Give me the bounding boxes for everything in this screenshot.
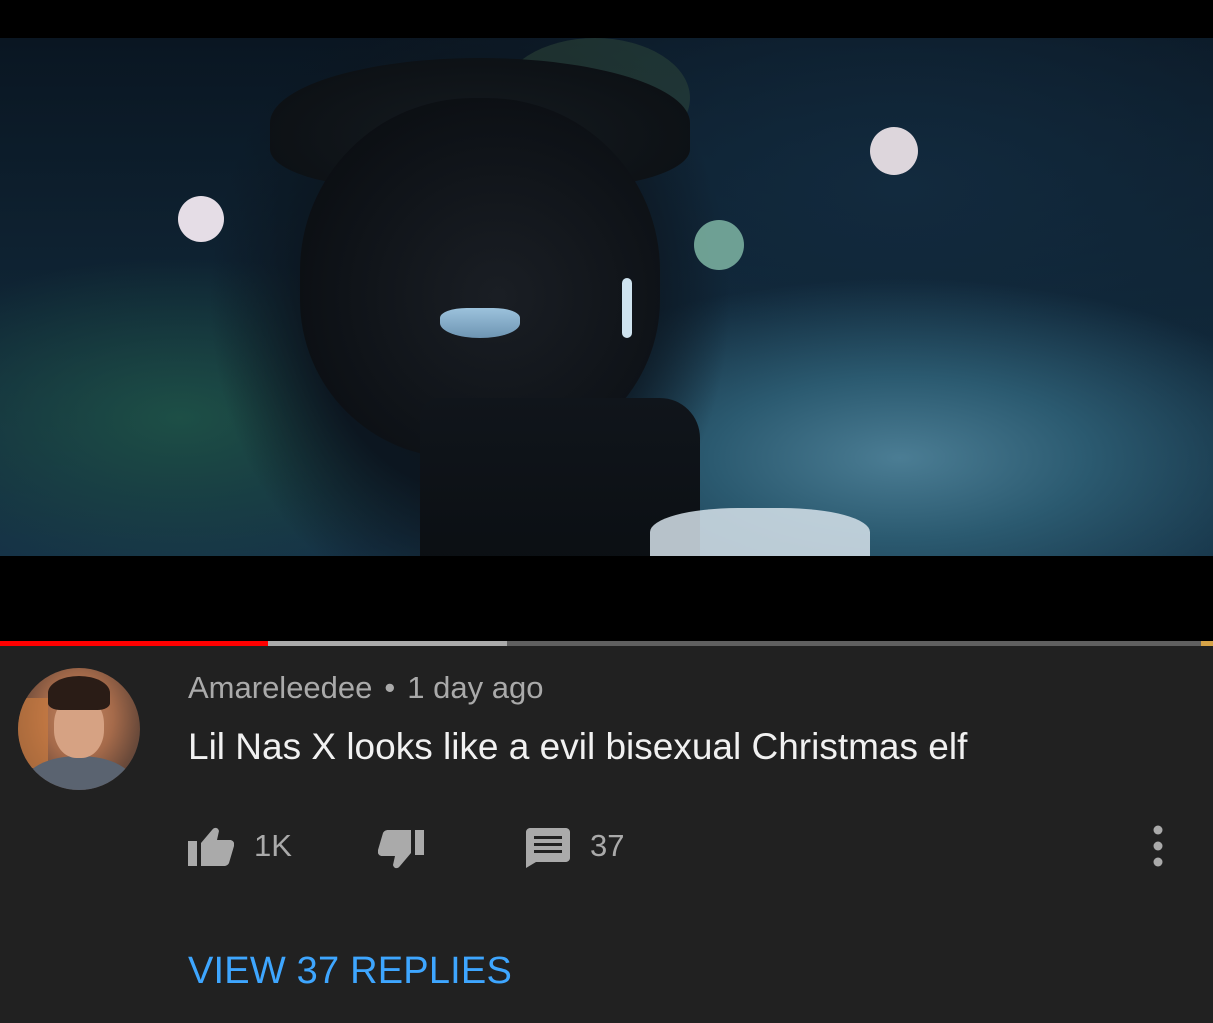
figure-grill	[440, 308, 520, 338]
comment-item: Amareleedee • 1 day ago Lil Nas X looks li…	[0, 646, 1213, 1023]
comment-text: Lil Nas X looks like a evil bisexual Chr…	[188, 726, 968, 767]
avatar-background	[18, 698, 48, 768]
comment-author[interactable]: Amareleedee	[188, 670, 372, 705]
comment-actions: 1K 37	[188, 824, 1188, 870]
bokeh-light	[694, 220, 744, 270]
comment-meta: Amareleedee • 1 day ago	[188, 670, 543, 706]
bokeh-light	[870, 127, 918, 175]
comment-age: 1 day ago	[407, 670, 544, 705]
figure-earring	[622, 278, 632, 338]
avatar[interactable]	[18, 668, 140, 790]
video-frame-image	[0, 38, 1213, 556]
thumbs-down-icon[interactable]	[378, 830, 424, 870]
thumbs-up-icon[interactable]	[188, 826, 234, 866]
video-player[interactable]	[0, 0, 1213, 642]
like-count: 1K	[254, 828, 292, 863]
more-vertical-icon[interactable]	[1148, 824, 1168, 868]
view-replies-button[interactable]: VIEW 37 REPLIES	[188, 950, 512, 993]
reply-count: 37	[590, 828, 625, 863]
avatar-hair	[48, 676, 110, 710]
figure-shirt	[650, 508, 870, 556]
meta-separator: •	[384, 670, 396, 705]
bokeh-light	[178, 196, 224, 242]
comment-icon[interactable]	[526, 828, 570, 868]
